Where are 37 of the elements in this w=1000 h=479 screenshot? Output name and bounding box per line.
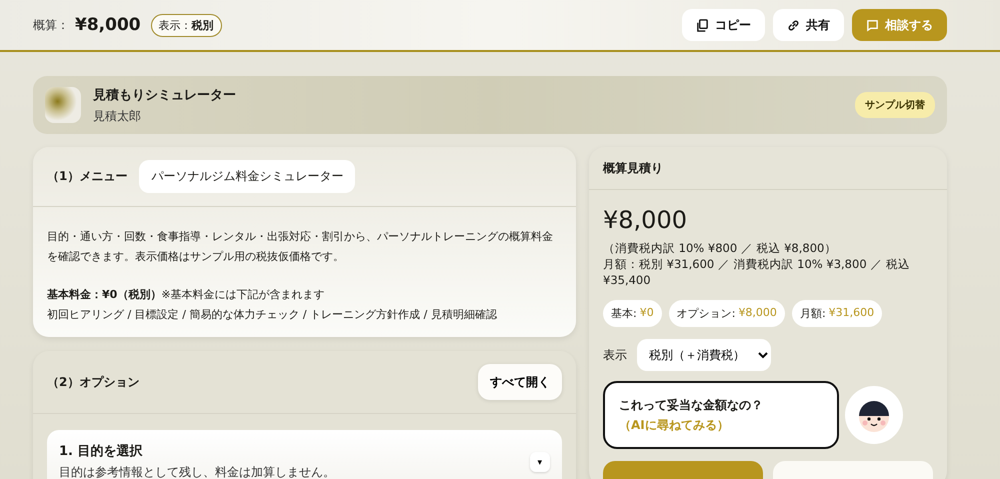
base-fee-text: 基本料金：¥0（税別）※基本料金には下記が含まれます <box>47 287 326 303</box>
chip-label: 基本: <box>611 306 637 321</box>
question-text: これって妥当な金額なの？ <box>619 398 763 412</box>
section-heading: （1）メニュー <box>47 168 128 185</box>
display-select[interactable]: 税別（＋消費税） <box>637 339 771 371</box>
chat-icon <box>866 18 879 32</box>
option-title: 1. 目的を選択 <box>59 443 144 460</box>
estimate-label: 概算： <box>33 16 69 34</box>
copy-icon <box>696 18 709 32</box>
copy-button[interactable]: コピー <box>682 9 765 41</box>
character-avatar-icon <box>845 386 903 444</box>
panel-title: 概算見積り <box>603 160 663 176</box>
toggle-button[interactable]: ▾ <box>530 452 550 472</box>
app-title: 見積もりシミュレーター <box>93 86 236 104</box>
sample-switch-button[interactable]: サンプル切替 <box>855 92 935 118</box>
link-icon <box>787 18 800 32</box>
tax-note: （消費税内訳 10% ¥800 ／ 税込 ¥8,800） <box>603 240 838 256</box>
description-text: 目的・通い方・回数・食事指導・レンタル・出張対応・割引から、パーソナルトレーニングの概算料金を確認できます。表示価格はサンプル用の税抜仮価格です。 <box>47 229 554 265</box>
user-name: 見積太郎 <box>93 108 142 124</box>
share-button[interactable]: 共有 <box>773 9 844 41</box>
app-logo-icon <box>45 87 81 123</box>
chip-value: ¥8,000 <box>738 306 777 321</box>
chip-label: 月額: <box>800 306 826 321</box>
estimate-value: ¥8,000 <box>75 15 141 35</box>
monthly-note: 月額：税別 ¥31,600 ／ 消費税内訳 10% ¥3,800 ／ 税込 ¥35,400 <box>603 256 911 288</box>
display-label: 表示 <box>603 346 627 364</box>
expand-all-button[interactable]: すべて開く <box>478 364 562 400</box>
tax-display-badge: 表示：税別 <box>150 14 222 36</box>
total-amount: ¥8,000 <box>603 206 688 234</box>
chip-value: ¥31,600 <box>828 306 874 321</box>
included-items-text: 初回ヒアリング / 目標設定 / 簡易的な体力チェック / トレーニング方針作成 / 見積明細確認 <box>47 307 498 323</box>
chip-label: オプション: <box>676 306 736 321</box>
section-heading: （2）オプション <box>47 374 140 390</box>
option-item[interactable]: 1. 目的を選択 目的は参考情報として残し、料金は加算しません。 ▾ <box>47 430 562 479</box>
menu-name-field: パーソナルジム料金シミュレーター <box>139 160 356 193</box>
chip-value: ¥0 <box>640 306 654 321</box>
option-note: 目的は参考情報として残し、料金は加算しません。 <box>59 464 335 479</box>
